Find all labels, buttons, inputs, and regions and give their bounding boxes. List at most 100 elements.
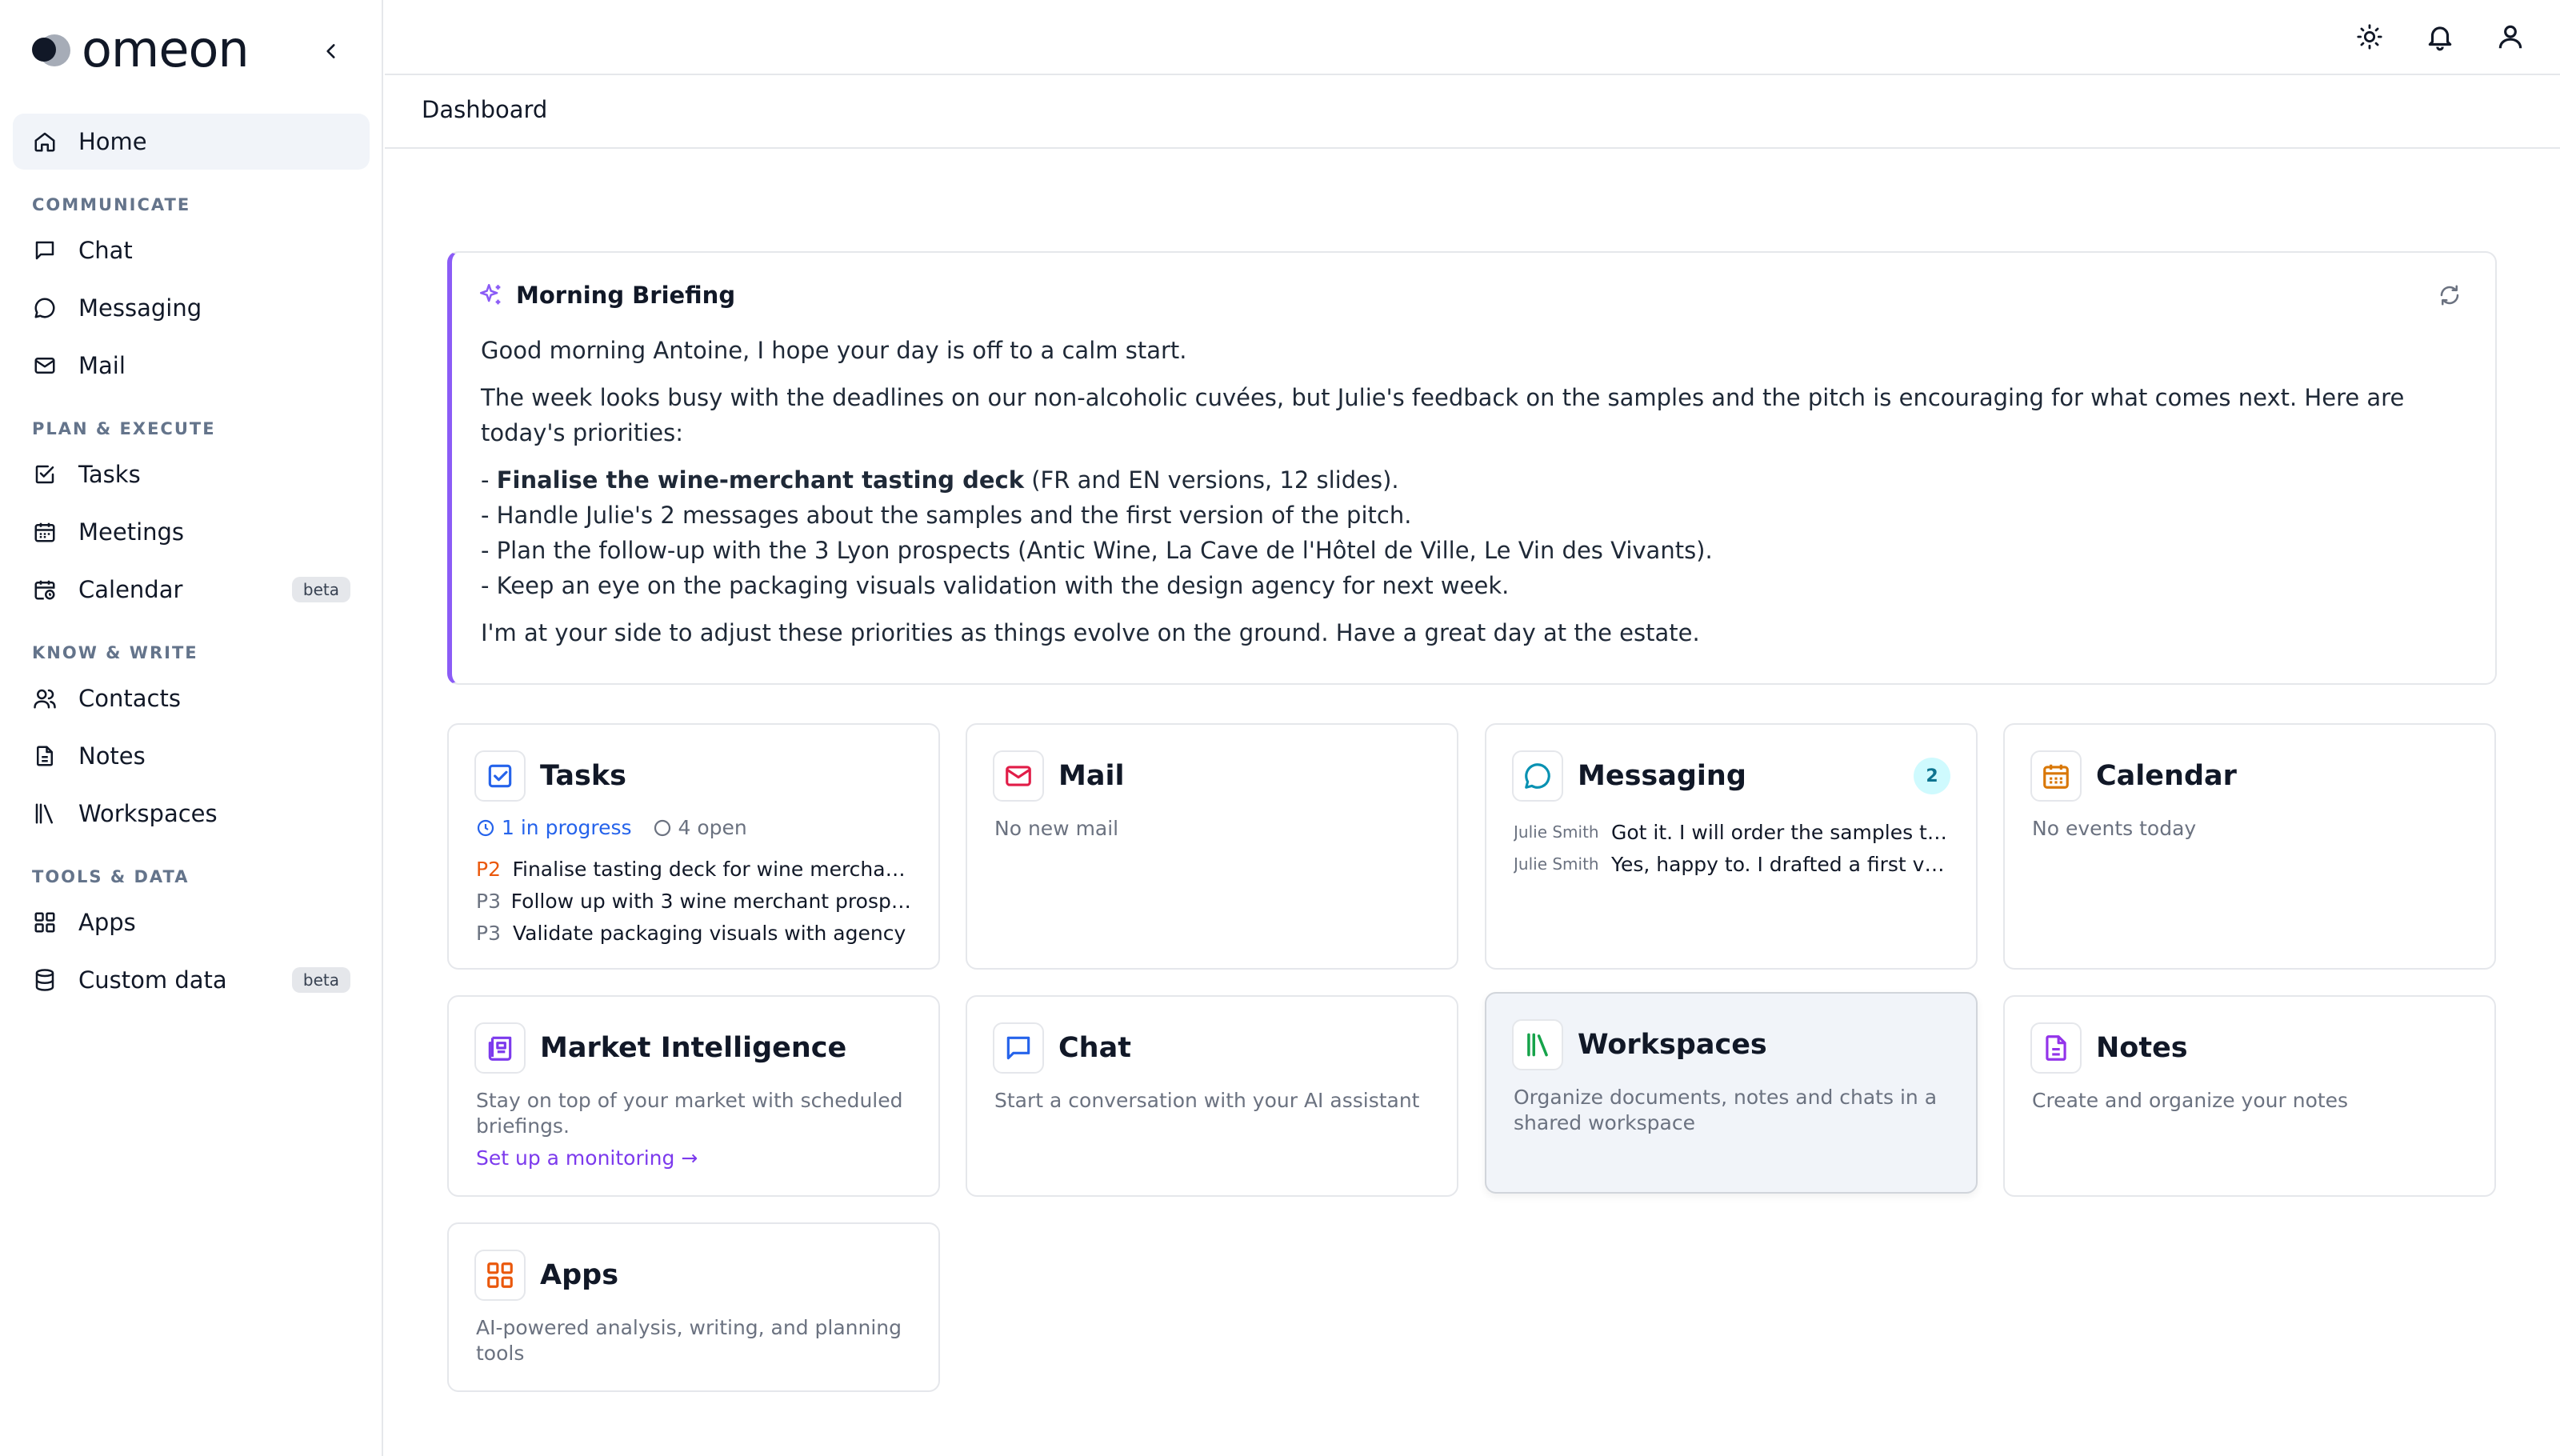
message-sender: Julie Smith xyxy=(1514,822,1599,842)
sidebar-item-custom-data[interactable]: Custom data beta xyxy=(13,952,370,1008)
task-text: Validate packaging visuals with agency xyxy=(513,921,906,945)
messaging-icon xyxy=(32,295,58,321)
mail-card[interactable]: Mail No new mail xyxy=(966,723,1458,970)
sidebar-item-tasks[interactable]: Tasks xyxy=(13,446,370,502)
chevron-left-icon xyxy=(326,44,335,58)
sidebar-item-meetings[interactable]: Meetings xyxy=(13,504,370,560)
card-title: Tasks xyxy=(540,760,626,792)
sidebar-item-mail[interactable]: Mail xyxy=(13,338,370,394)
calendar-card[interactable]: Calendar No events today xyxy=(2003,723,2496,970)
task-text: Finalise tasting deck for wine merchants xyxy=(512,857,911,881)
sidebar-item-label: Contacts xyxy=(78,685,181,712)
briefing-title: Morning Briefing xyxy=(516,282,736,309)
chat-icon xyxy=(993,1022,1044,1074)
card-subtitle: AI-powered analysis, writing, and planni… xyxy=(476,1316,902,1365)
workspaces-icon xyxy=(32,801,58,826)
database-icon xyxy=(32,967,58,993)
sidebar-item-label: Chat xyxy=(78,237,133,264)
notes-card[interactable]: Notes Create and organize your notes xyxy=(2003,995,2496,1197)
section-label-know-write: KNOW & WRITE xyxy=(32,643,198,662)
task-row[interactable]: P2 Finalise tasting deck for wine mercha… xyxy=(476,853,911,885)
notes-icon xyxy=(32,743,58,769)
sidebar-item-contacts[interactable]: Contacts xyxy=(13,670,370,726)
sidebar-item-home[interactable]: Home xyxy=(13,114,370,170)
workspaces-card[interactable]: Workspaces Organize documents, notes and… xyxy=(1485,992,1978,1194)
apps-card[interactable]: Apps AI-powered analysis, writing, and p… xyxy=(447,1222,940,1392)
section-label-communicate: COMMUNICATE xyxy=(32,195,191,214)
card-header: Notes xyxy=(2030,1022,2469,1074)
user-icon[interactable] xyxy=(2493,19,2528,54)
tasks-card[interactable]: Tasks 1 in progress 4 open P2 Finalise t… xyxy=(447,723,940,970)
card-title: Market Intelligence xyxy=(540,1032,847,1064)
setup-monitoring-link[interactable]: Set up a monitoring → xyxy=(476,1146,698,1170)
sidebar-nav: Home COMMUNICATE Chat Messaging Mail PLA… xyxy=(13,114,370,1010)
message-preview: Got it. I will order the samples today a… xyxy=(1611,820,1949,844)
sidebar: omeon Home COMMUNICATE Chat Messaging Ma… xyxy=(0,0,383,1456)
sidebar-item-notes[interactable]: Notes xyxy=(13,728,370,784)
market-intelligence-card[interactable]: Market Intelligence Stay on top of your … xyxy=(447,995,940,1197)
tasks-stats: 1 in progress 4 open xyxy=(476,816,747,839)
card-header: Calendar xyxy=(2030,750,2469,802)
bell-icon[interactable] xyxy=(2422,19,2458,54)
refresh-briefing-button[interactable] xyxy=(2438,283,2466,312)
logo[interactable]: omeon xyxy=(24,24,250,75)
priority-item: - Plan the follow-up with the 3 Lyon pro… xyxy=(481,537,1713,564)
card-title: Notes xyxy=(2096,1032,2188,1064)
card-subtitle: Organize documents, notes and chats in a… xyxy=(1514,1086,1938,1134)
market-description: Stay on top of your market with schedule… xyxy=(476,1089,903,1138)
open-label: 4 open xyxy=(678,816,747,839)
messaging-icon xyxy=(1512,750,1563,802)
card-title: Messaging xyxy=(1578,760,1746,792)
task-row[interactable]: P3 Validate packaging visuals with agenc… xyxy=(476,917,911,949)
sidebar-item-label: Home xyxy=(78,128,147,155)
briefing-priorities: - Finalise the wine-merchant tasting dec… xyxy=(481,462,2439,603)
message-list: Julie Smith Got it. I will order the sam… xyxy=(1514,816,1949,880)
sidebar-item-label: Calendar xyxy=(78,576,183,603)
sidebar-item-workspaces[interactable]: Workspaces xyxy=(13,786,370,842)
message-row[interactable]: Julie Smith Got it. I will order the sam… xyxy=(1514,816,1949,848)
beta-badge: beta xyxy=(291,577,350,602)
sidebar-item-label: Messaging xyxy=(78,294,202,322)
sidebar-item-chat[interactable]: Chat xyxy=(13,222,370,278)
card-header: Mail xyxy=(993,750,1431,802)
briefing-body: Good morning Antoine, I hope your day is… xyxy=(481,333,2439,662)
progress-clock-icon xyxy=(477,819,494,836)
refresh-icon xyxy=(2440,285,2459,306)
card-header: Workspaces xyxy=(1512,1019,1950,1070)
beta-badge: beta xyxy=(291,967,350,993)
task-list: P2 Finalise tasting deck for wine mercha… xyxy=(476,853,911,949)
task-row[interactable]: P3 Follow up with 3 wine merchant prospe… xyxy=(476,885,911,917)
task-priority: P3 xyxy=(476,921,501,945)
sidebar-item-messaging[interactable]: Messaging xyxy=(13,280,370,336)
card-subtitle: Create and organize your notes xyxy=(2032,1089,2349,1112)
sidebar-item-apps[interactable]: Apps xyxy=(13,894,370,950)
priority-item: - Keep an eye on the packaging visuals v… xyxy=(481,572,1510,599)
sidebar-item-label: Apps xyxy=(78,909,136,936)
sidebar-item-calendar[interactable]: Calendar beta xyxy=(13,562,370,618)
briefing-intro: The week looks busy with the deadlines o… xyxy=(481,384,2405,446)
message-row[interactable]: Julie Smith Yes, happy to. I drafted a f… xyxy=(1514,848,1949,880)
collapse-sidebar-button[interactable] xyxy=(314,34,349,69)
apps-icon xyxy=(32,910,58,935)
briefing-closing: I'm at your side to adjust these priorit… xyxy=(481,619,1700,646)
card-title: Apps xyxy=(540,1259,619,1291)
card-title: Chat xyxy=(1058,1032,1131,1064)
chat-card[interactable]: Chat Start a conversation with your AI a… xyxy=(966,995,1458,1197)
sun-icon[interactable] xyxy=(2352,19,2387,54)
briefing-greeting: Good morning Antoine, I hope your day is… xyxy=(481,337,1187,364)
contacts-icon xyxy=(32,686,58,711)
sidebar-item-label: Meetings xyxy=(78,518,185,546)
messaging-card[interactable]: Messaging 2 Julie Smith Got it. I will o… xyxy=(1485,723,1978,970)
card-subtitle: Stay on top of your market with schedule… xyxy=(476,1088,911,1171)
open-stat[interactable]: 4 open xyxy=(653,816,747,839)
sidebar-item-label: Tasks xyxy=(78,461,141,488)
workspaces-icon xyxy=(1512,1019,1563,1070)
logo-mark xyxy=(24,25,74,74)
in-progress-stat[interactable]: 1 in progress xyxy=(476,816,632,839)
priority-item: - Handle Julie's 2 messages about the sa… xyxy=(481,502,1412,529)
morning-briefing-card: Morning Briefing Good morning Antoine, I… xyxy=(447,251,2497,685)
card-header: Messaging 2 xyxy=(1512,750,1950,802)
priority-item: - Finalise the wine-merchant tasting dec… xyxy=(481,466,1399,494)
card-header: Market Intelligence xyxy=(474,1022,913,1074)
sidebar-item-label: Workspaces xyxy=(78,800,218,827)
